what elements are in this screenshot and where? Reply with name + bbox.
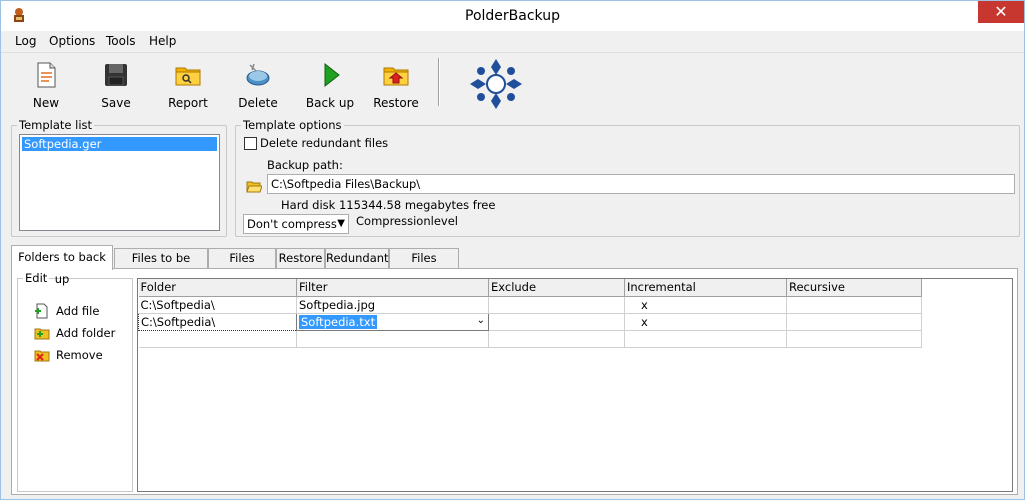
close-button[interactable]: ✕	[978, 1, 1024, 23]
chevron-down-icon[interactable]: ⌄	[477, 315, 485, 326]
save-button[interactable]: Save	[85, 59, 147, 111]
table-row[interactable]: C:\Softpedia\ Softpedia.jpg x	[138, 296, 922, 314]
column-folder[interactable]: Folder	[138, 279, 297, 297]
menu-help[interactable]: Help	[149, 34, 176, 48]
tab-redundant[interactable]: Redundant	[325, 248, 389, 269]
backup-path-input[interactable]: C:\Softpedia Files\Backup\	[267, 174, 1015, 194]
table-row[interactable]: C:\Softpedia\ Softpedia.txt ⌄ x	[138, 312, 922, 331]
menu-tools[interactable]: Tools	[106, 34, 136, 48]
add-file-icon	[35, 303, 48, 319]
tab-files-copied[interactable]: Files copied	[208, 248, 276, 284]
title-bar: PolderBackup ✕	[1, 1, 1024, 31]
toolbar: New Save Report Delete Back up Restore	[1, 54, 1024, 114]
restore-button[interactable]: Restore	[365, 59, 427, 111]
filter-edit-text[interactable]: Softpedia.txt	[299, 314, 378, 329]
add-folder-label: Add folder	[56, 326, 116, 340]
app-window: PolderBackup ✕ Log Options Tools Help Ne…	[0, 0, 1025, 500]
tab-files-to-be-copied[interactable]: Files to be copied	[114, 248, 208, 284]
add-file-label: Add file	[56, 304, 100, 318]
column-filter[interactable]: Filter	[296, 279, 489, 297]
recursive-cell[interactable]	[786, 313, 922, 331]
template-options-group: Template options Delete redundant files …	[235, 118, 1020, 237]
filter-combo-cell[interactable]: Softpedia.txt ⌄	[296, 312, 489, 331]
folder-restore-icon	[383, 67, 409, 86]
delete-disk-icon	[246, 63, 270, 86]
edit-group: Edit Add file Add folder Remove	[17, 271, 133, 492]
hard-disk-status: Hard disk 115344.58 megabytes free	[281, 198, 496, 212]
column-exclude[interactable]: Exclude	[488, 279, 625, 297]
remove-icon	[34, 350, 50, 362]
new-button[interactable]: New	[15, 59, 77, 111]
backup-path-label: Backup path:	[267, 158, 343, 172]
tab-restore[interactable]: Restore	[276, 248, 325, 269]
delete-redundant-label: Delete redundant files	[260, 136, 389, 150]
floppy-disk-icon	[105, 64, 127, 86]
open-folder-icon[interactable]	[246, 180, 262, 194]
compression-value: Don't compress	[247, 217, 337, 231]
remove-label: Remove	[56, 348, 103, 362]
exclude-cell[interactable]	[488, 313, 625, 331]
compression-select[interactable]: Don't compress ▼	[243, 214, 349, 234]
template-list-item[interactable]: Softpedia.ger	[22, 137, 217, 151]
delete-redundant-checkbox[interactable]	[244, 137, 257, 150]
new-label: New	[32, 96, 60, 110]
table-row-empty[interactable]	[138, 330, 922, 348]
template-listbox[interactable]: Softpedia.ger	[19, 134, 220, 231]
tab-folders-to-back-up[interactable]: Folders to back up	[11, 245, 113, 286]
table-header-row: Folder Filter Exclude Incremental Recurs…	[138, 279, 922, 297]
delete-label: Delete	[238, 96, 278, 110]
incremental-cell[interactable]: x	[624, 296, 787, 314]
add-folder-icon	[34, 328, 50, 340]
save-label: Save	[101, 96, 131, 110]
filter-cell[interactable]: Softpedia.jpg	[296, 296, 489, 314]
menu-bar: Log Options Tools Help	[1, 31, 1024, 53]
folder-report-icon	[175, 67, 201, 86]
report-label: Report	[168, 96, 208, 110]
backup-button[interactable]: Back up	[299, 59, 361, 111]
backup-label: Back up	[305, 96, 355, 110]
folders-grid[interactable]: Folder Filter Exclude Incremental Recurs…	[137, 278, 1013, 492]
folders-table: Folder Filter Exclude Incremental Recurs…	[138, 279, 922, 348]
tab-panel: Edit Add file Add folder Remove Folder F…	[11, 268, 1018, 495]
folder-cell[interactable]: C:\Softpedia\	[138, 312, 297, 331]
polder-logo	[470, 59, 522, 109]
toolbar-separator	[438, 58, 440, 106]
column-recursive[interactable]: Recursive	[786, 279, 922, 297]
restore-label: Restore	[373, 96, 419, 110]
template-options-label: Template options	[241, 118, 344, 132]
compression-label: Compressionlevel	[356, 214, 458, 228]
column-incremental[interactable]: Incremental	[624, 279, 787, 297]
template-list-group: Template list Softpedia.ger	[11, 118, 227, 237]
new-document-icon	[37, 62, 56, 88]
report-button[interactable]: Report	[157, 59, 219, 111]
chevron-down-icon: ▼	[337, 218, 345, 229]
delete-button[interactable]: Delete	[227, 59, 289, 111]
tab-files-deleted[interactable]: Files deleted	[389, 248, 459, 284]
template-list-label: Template list	[17, 118, 95, 132]
window-title: PolderBackup	[465, 8, 560, 24]
incremental-cell[interactable]: x	[624, 313, 787, 331]
play-arrow-icon	[324, 62, 340, 88]
exclude-cell[interactable]	[488, 296, 625, 314]
edit-group-label: Edit	[23, 271, 50, 285]
folder-cell[interactable]: C:\Softpedia\	[138, 296, 297, 314]
menu-options[interactable]: Options	[49, 34, 95, 48]
recursive-cell[interactable]	[786, 296, 922, 314]
menu-log[interactable]: Log	[15, 34, 36, 48]
